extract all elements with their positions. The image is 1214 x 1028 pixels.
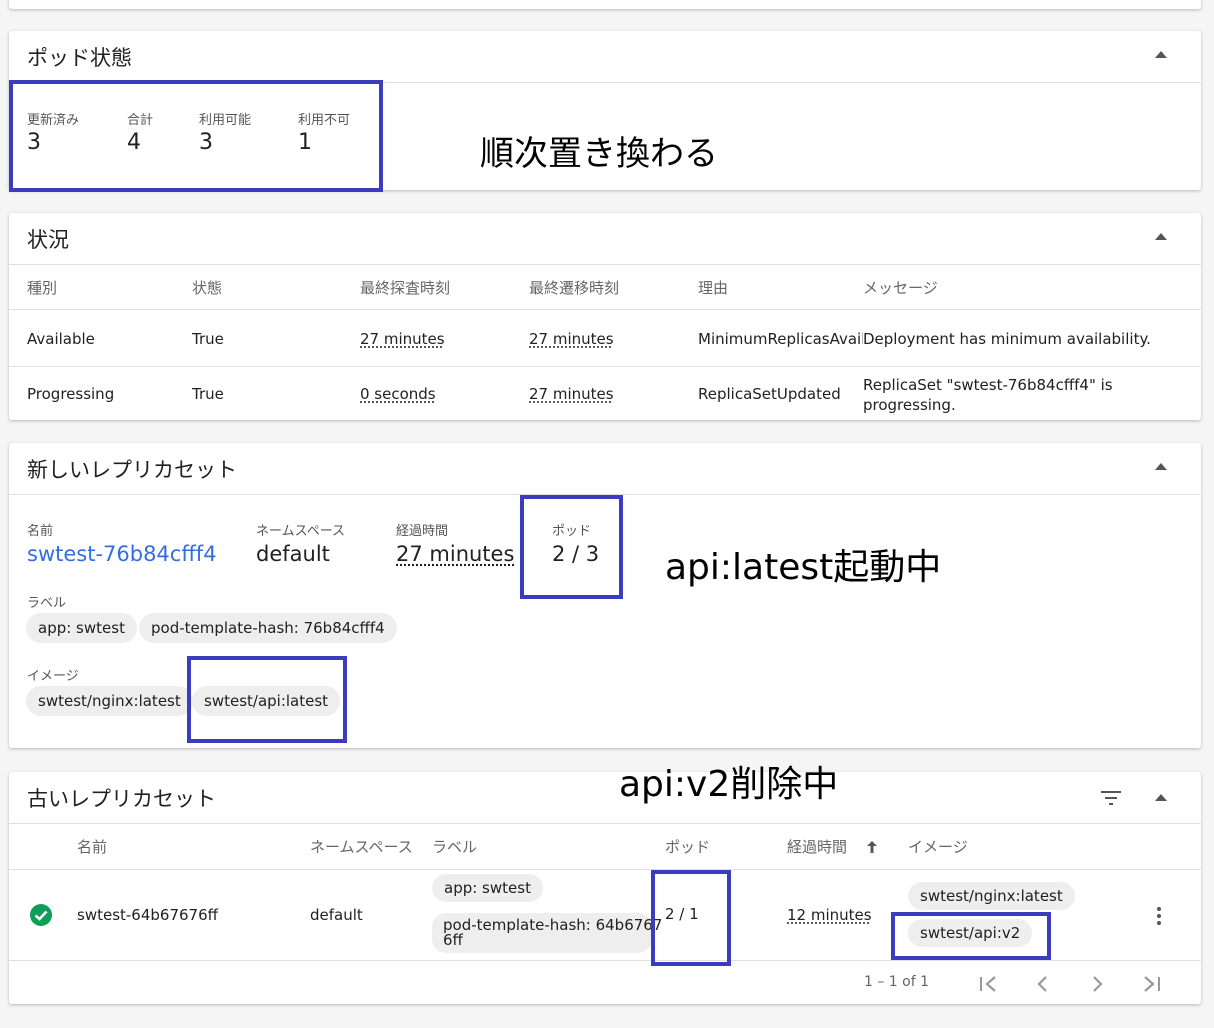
annotation-sequential: 順次置き換わる [480, 134, 718, 174]
highlight-box-pod-stats [9, 80, 383, 192]
annotation-latest-starting: api:latest起動中 [665, 547, 942, 588]
next-page-icon[interactable] [1089, 975, 1105, 993]
col-header-message: メッセージ [863, 279, 938, 297]
conditions-header[interactable]: 状況 [9, 213, 1201, 265]
collapse-icon[interactable] [1155, 233, 1167, 240]
cond-probe-time: 27 minutes [360, 330, 445, 348]
cond-message-line2: progressing. [863, 396, 956, 414]
more-vert-icon[interactable] [1155, 906, 1163, 926]
col-header-type: 種別 [27, 279, 58, 297]
row-divider [9, 869, 1201, 870]
col-header-images: イメージ [908, 838, 968, 856]
label-chip: pod-template-hash: 64b6767 6ff [432, 913, 663, 953]
replicaset-name-link[interactable]: swtest-64b67676ff [77, 906, 218, 924]
row-divider [9, 309, 1201, 310]
status-ok-icon [29, 903, 53, 927]
col-header-status: 状態 [192, 279, 223, 297]
age-value: 27 minutes [396, 542, 515, 566]
cond-reason: MinimumReplicasAvailable [698, 330, 863, 348]
old-replicaset-card: 古いレプリカセット 名前 ネームスペース ラベル ポッド 経過時間 イメージ s… [9, 772, 1201, 1004]
namespace-value: default [310, 906, 363, 924]
first-page-icon[interactable] [978, 975, 1000, 993]
replicaset-name-link[interactable]: swtest-76b84cfff4 [27, 542, 217, 566]
sort-arrow-up-icon[interactable] [866, 839, 878, 853]
cond-status: True [192, 330, 224, 348]
last-page-icon[interactable] [1140, 975, 1162, 993]
name-label: 名前 [27, 524, 54, 539]
col-header-pods: ポッド [665, 838, 711, 856]
new-replicaset-header[interactable]: 新しいレプリカセット [9, 443, 1201, 495]
row-divider [9, 366, 1201, 367]
label-chip: app: swtest [26, 613, 137, 643]
age-value: 12 minutes [787, 906, 872, 924]
highlight-box-image [187, 656, 347, 743]
top-card-partial [9, 0, 1201, 9]
conditions-title: 状況 [27, 227, 69, 252]
conditions-card: 状況 種別 状態 最終探査時刻 最終遷移時刻 理由 メッセージ Availabl… [9, 213, 1201, 420]
col-header-last-probe: 最終探査時刻 [360, 279, 451, 297]
highlight-box-pods [520, 495, 623, 599]
col-header-labels: ラベル [432, 838, 478, 856]
image-chip: swtest/nginx:latest [26, 686, 193, 716]
highlight-box-old-pods [651, 870, 731, 966]
pagination-range: 1 – 1 of 1 [864, 974, 930, 990]
filter-icon[interactable] [1101, 790, 1121, 806]
image-chip: swtest/nginx:latest [908, 882, 1075, 910]
cond-reason: ReplicaSetUpdated [698, 385, 841, 403]
label-chip-line1: pod-template-hash: 64b6767 [443, 916, 663, 934]
new-replicaset-title: 新しいレプリカセット [27, 457, 237, 482]
pod-status-header[interactable]: ポッド状態 [9, 31, 1201, 83]
collapse-icon[interactable] [1155, 463, 1167, 470]
pod-status-title: ポッド状態 [27, 45, 132, 70]
annotation-v2-deleting: api:v2削除中 [619, 764, 839, 805]
cond-transition-time: 27 minutes [529, 330, 614, 348]
labels-label: ラベル [27, 596, 67, 611]
cond-probe-time: 0 seconds [360, 385, 436, 403]
cond-message: Deployment has minimum availability. [863, 330, 1151, 348]
prev-page-icon[interactable] [1035, 975, 1051, 993]
namespace-value: default [256, 542, 330, 566]
cond-type: Progressing [27, 385, 115, 403]
old-replicaset-title: 古いレプリカセット [27, 786, 216, 811]
col-header-last-transition: 最終遷移時刻 [529, 279, 620, 297]
col-header-age[interactable]: 経過時間 [787, 836, 847, 857]
age-label: 経過時間 [396, 524, 449, 539]
namespace-label: ネームスペース [256, 524, 346, 539]
collapse-icon[interactable] [1155, 794, 1167, 801]
row-divider [9, 960, 1201, 961]
cond-status: True [192, 385, 224, 403]
highlight-box-old-image [891, 912, 1051, 960]
label-chip: pod-template-hash: 76b84cfff4 [139, 613, 397, 643]
cond-message-line1: ReplicaSet "swtest-76b84cfff4" is [863, 376, 1113, 394]
label-chip-line2: 6ff [443, 931, 463, 949]
images-label: イメージ [27, 669, 79, 684]
col-header-reason: 理由 [698, 279, 729, 297]
old-replicaset-header[interactable]: 古いレプリカセット [9, 772, 1201, 824]
label-chip: app: swtest [432, 874, 543, 902]
col-header-name: 名前 [77, 838, 108, 856]
cond-transition-time: 27 minutes [529, 385, 614, 403]
collapse-icon[interactable] [1155, 51, 1167, 58]
col-header-namespace: ネームスペース [310, 838, 413, 856]
cond-type: Available [27, 330, 95, 348]
